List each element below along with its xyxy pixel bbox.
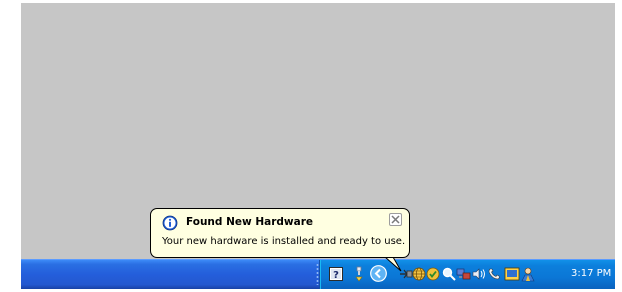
- user-person-icon[interactable]: [520, 266, 536, 282]
- security-shield-icon[interactable]: [425, 266, 441, 282]
- balloon-title: Found New Hardware: [186, 216, 313, 228]
- phone-icon[interactable]: [486, 266, 502, 282]
- usb-plug-icon[interactable]: [351, 266, 367, 282]
- help-icon[interactable]: ?: [328, 266, 344, 282]
- close-icon[interactable]: [389, 213, 402, 226]
- info-icon: [162, 215, 178, 231]
- svg-text:?: ?: [333, 270, 339, 281]
- volume-speaker-icon[interactable]: [471, 266, 487, 282]
- search-magnifier-icon[interactable]: [441, 266, 457, 282]
- taskbar-clock[interactable]: 3:17 PM: [571, 268, 611, 279]
- display-icon[interactable]: [504, 266, 520, 282]
- balloon-message: Your new hardware is installed and ready…: [162, 236, 406, 247]
- network-computers-icon[interactable]: [456, 266, 472, 282]
- taskbar-grip[interactable]: [316, 263, 319, 285]
